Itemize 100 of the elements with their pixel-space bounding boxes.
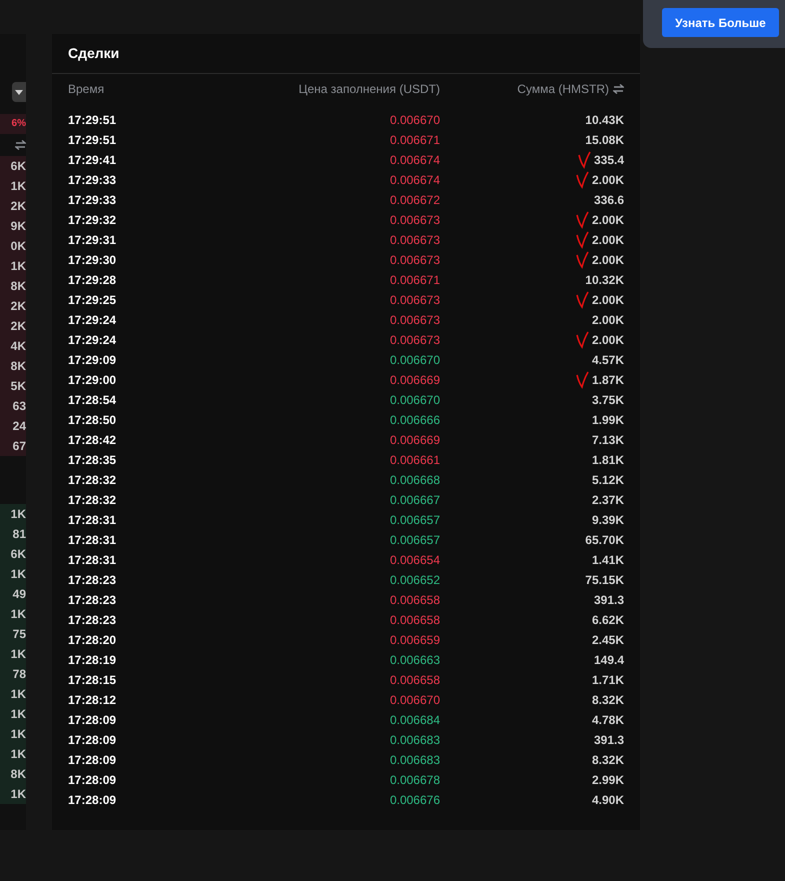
trade-amount: 8.32K xyxy=(592,752,624,769)
trade-time: 17:28:09 xyxy=(68,712,118,729)
ask-amount: 63 xyxy=(12,398,26,415)
trade-amount: 5.12K xyxy=(592,472,624,489)
swap-icon[interactable] xyxy=(613,84,624,94)
trade-price: 0.006684 xyxy=(388,712,440,729)
trade-price: 0.006674 xyxy=(388,152,440,169)
trade-time: 17:29:33 xyxy=(68,172,118,189)
ask-amount: 8K xyxy=(10,278,26,295)
bid-amount: 81 xyxy=(12,526,26,543)
trade-price: 0.006669 xyxy=(388,372,440,389)
trade-time: 17:28:42 xyxy=(68,432,118,449)
trade-amount: 75.15K xyxy=(585,572,624,589)
trade-price: 0.006673 xyxy=(388,252,440,269)
handwritten-check-icon xyxy=(576,251,590,269)
handwritten-check-icon xyxy=(576,371,590,389)
handwritten-check-icon xyxy=(576,291,590,309)
swap-icon[interactable] xyxy=(15,140,26,150)
trade-amount: 4.90K xyxy=(592,792,624,809)
bid-amount: 8K xyxy=(10,766,26,783)
trade-amount: 1.81K xyxy=(592,452,624,469)
trade-time: 17:28:35 xyxy=(68,452,118,469)
trade-amount: 10.43K xyxy=(585,112,624,129)
trade-price: 0.006659 xyxy=(388,632,440,649)
ask-amount: 8K xyxy=(10,358,26,375)
trade-time: 17:28:23 xyxy=(68,612,118,629)
ask-amount: 6K xyxy=(10,158,26,175)
trade-time: 17:29:24 xyxy=(68,332,118,349)
trade-amount: 1.87K xyxy=(592,372,624,389)
trade-time: 17:29:51 xyxy=(68,112,118,129)
trade-time: 17:28:32 xyxy=(68,472,118,489)
trade-amount: 1.71K xyxy=(592,672,624,689)
dropdown-button[interactable] xyxy=(12,82,26,102)
trade-time: 17:29:30 xyxy=(68,252,118,269)
trade-price: 0.006672 xyxy=(388,192,440,209)
trade-price: 0.006654 xyxy=(388,552,440,569)
column-header: Сумма (HMSTR) xyxy=(517,81,609,98)
trade-amount: 2.00K xyxy=(592,232,624,249)
bid-amount: 49 xyxy=(12,586,26,603)
learn-more-button[interactable]: Узнать Больше xyxy=(662,8,779,37)
bid-amount: 1K xyxy=(10,606,26,623)
trade-amount: 15.08K xyxy=(585,132,624,149)
trade-amount: 65.70K xyxy=(585,532,624,549)
handwritten-check-icon xyxy=(576,231,590,249)
trade-amount: 9.39K xyxy=(592,512,624,529)
trade-amount: 7.13K xyxy=(592,432,624,449)
trade-time: 17:28:12 xyxy=(68,692,118,709)
trade-price: 0.006671 xyxy=(388,272,440,289)
trade-price: 0.006666 xyxy=(388,412,440,429)
trade-amount: 10.32K xyxy=(585,272,624,289)
trade-price: 0.006667 xyxy=(388,492,440,509)
bid-amount: 1K xyxy=(10,706,26,723)
bid-amount: 6K xyxy=(10,546,26,563)
bid-amount: 1K xyxy=(10,746,26,763)
handwritten-check-icon xyxy=(576,211,590,229)
trade-amount: 2.00K xyxy=(592,252,624,269)
ask-amount: 0K xyxy=(10,238,26,255)
trade-amount: 1.99K xyxy=(592,412,624,429)
trade-time: 17:29:33 xyxy=(68,192,118,209)
trade-time: 17:28:31 xyxy=(68,552,118,569)
trade-amount: 391.3 xyxy=(594,592,624,609)
trade-price: 0.006669 xyxy=(388,432,440,449)
trade-time: 17:29:32 xyxy=(68,212,118,229)
trade-amount: 4.78K xyxy=(592,712,624,729)
trade-time: 17:28:09 xyxy=(68,752,118,769)
trade-price: 0.006668 xyxy=(388,472,440,489)
trade-time: 17:28:23 xyxy=(68,572,118,589)
trade-time: 17:29:51 xyxy=(68,132,118,149)
trade-amount: 2.00K xyxy=(592,292,624,309)
trade-price: 0.006658 xyxy=(388,592,440,609)
ask-amount: 9K xyxy=(10,218,26,235)
trade-amount: 8.32K xyxy=(592,692,624,709)
column-header: Время xyxy=(68,81,106,98)
trade-time: 17:29:00 xyxy=(68,372,118,389)
ask-amount: 2K xyxy=(10,318,26,335)
trade-time: 17:28:19 xyxy=(68,652,118,669)
trade-price: 0.006670 xyxy=(388,392,440,409)
trade-price: 0.006673 xyxy=(388,232,440,249)
trade-time: 17:28:20 xyxy=(68,632,118,649)
trade-price: 0.006670 xyxy=(388,692,440,709)
trade-amount: 2.00K xyxy=(592,332,624,349)
trade-amount: 1.41K xyxy=(592,552,624,569)
column-header: Цена заполнения (USDT) xyxy=(298,81,440,98)
trade-amount: 2.37K xyxy=(592,492,624,509)
bid-amount: 78 xyxy=(12,666,26,683)
trade-time: 17:28:31 xyxy=(68,532,118,549)
trade-time: 17:28:09 xyxy=(68,792,118,809)
trade-amount: 2.00K xyxy=(592,172,624,189)
trade-price: 0.006658 xyxy=(388,672,440,689)
trade-amount: 391.3 xyxy=(594,732,624,749)
trade-price: 0.006673 xyxy=(388,212,440,229)
trade-amount: 6.62K xyxy=(592,612,624,629)
trade-price: 0.006663 xyxy=(388,652,440,669)
change-percent: 6% xyxy=(12,117,26,131)
bid-amount: 1K xyxy=(10,726,26,743)
trade-time: 17:28:54 xyxy=(68,392,118,409)
trade-price: 0.006658 xyxy=(388,612,440,629)
trade-time: 17:29:41 xyxy=(68,152,118,169)
trade-time: 17:29:25 xyxy=(68,292,118,309)
bid-amount: 1K xyxy=(10,506,26,523)
